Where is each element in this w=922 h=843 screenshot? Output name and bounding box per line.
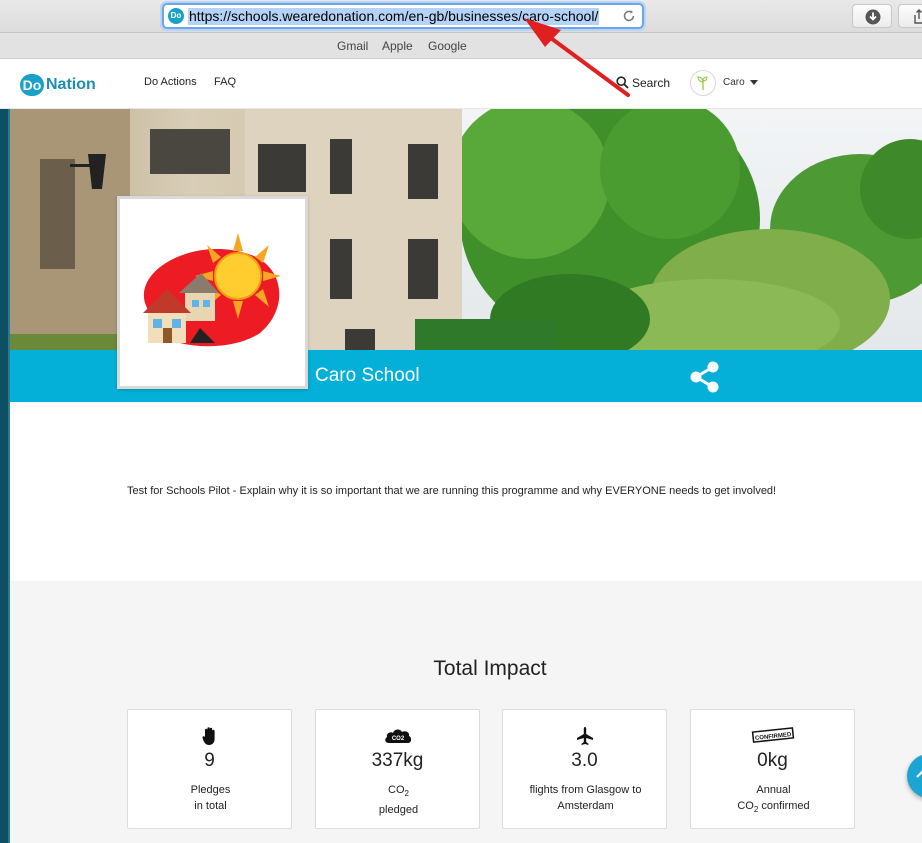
stat-pledges: 9 Pledges in total	[127, 709, 292, 829]
page: Do https://schools.wearedonation.com/en-…	[0, 0, 922, 843]
school-description: Test for Schools Pilot - Explain why it …	[127, 485, 777, 497]
logo-nation: Nation	[46, 76, 96, 93]
reload-icon[interactable]	[621, 8, 637, 24]
stat-flights: 3.0 flights from Glasgow to Amsterdam	[502, 709, 667, 829]
bookmarks-bar: Gmail Apple Google	[0, 33, 922, 59]
address-bar[interactable]: Do https://schools.wearedonation.com/en-…	[162, 3, 644, 29]
share-button[interactable]	[898, 4, 922, 28]
search-icon	[616, 76, 629, 89]
impact-title: Total Impact	[433, 657, 547, 680]
stat-label: CO2 pledged	[378, 784, 419, 817]
sprout-icon	[697, 76, 708, 90]
confirmed-stamp-icon: CONFIRMED	[751, 727, 794, 743]
houses-and-sun-icon	[143, 233, 281, 347]
stat-value: 3.0	[571, 750, 598, 771]
site-favicon-icon: Do	[168, 8, 184, 24]
co2-cloud-icon: CO2	[384, 729, 411, 743]
stat-co2-pledged: CO2 337kg CO2 pledged	[315, 709, 480, 829]
svg-text:CO2: CO2	[391, 736, 404, 742]
download-icon	[865, 9, 881, 25]
stat-co2-confirmed: CONFIRMED 0kg Annual CO2 confirmed	[690, 709, 855, 829]
site-header: Do Nation Do Actions FAQ Search Caro	[0, 59, 922, 109]
nav-do-actions[interactable]: Do Actions	[144, 76, 197, 88]
side-panel-edge	[0, 109, 10, 843]
chevron-down-icon[interactable]	[750, 80, 758, 85]
stat-label: flights from Glasgow to Amsterdam	[529, 784, 642, 812]
stat-value: 9	[204, 750, 215, 771]
stat-value: 0kg	[757, 750, 788, 771]
chevron-up-icon	[916, 770, 922, 778]
airplane-icon	[576, 727, 593, 745]
browser-toolbar: Do https://schools.wearedonation.com/en-…	[0, 0, 922, 33]
stat-label: Annual CO2 confirmed	[737, 784, 810, 815]
hand-icon	[201, 727, 215, 745]
user-name[interactable]: Caro	[723, 77, 745, 88]
share-icon[interactable]	[688, 361, 722, 393]
bookmark-google[interactable]: Google	[428, 39, 467, 53]
share-sheet-icon	[914, 9, 922, 24]
stat-label: Pledges in total	[190, 784, 231, 812]
bookmark-apple[interactable]: Apple	[382, 39, 413, 53]
bookmark-gmail[interactable]: Gmail	[337, 39, 368, 53]
stat-value: 337kg	[371, 750, 424, 771]
school-name: Caro School	[315, 365, 420, 386]
school-logo	[117, 196, 308, 389]
logo-do: Do	[20, 74, 44, 96]
nav-faq[interactable]: FAQ	[214, 76, 236, 88]
search-label: Search	[632, 76, 671, 90]
url-text[interactable]: https://schools.wearedonation.com/en-gb/…	[188, 8, 600, 25]
downloads-button[interactable]	[852, 4, 892, 28]
user-avatar[interactable]	[690, 70, 716, 96]
